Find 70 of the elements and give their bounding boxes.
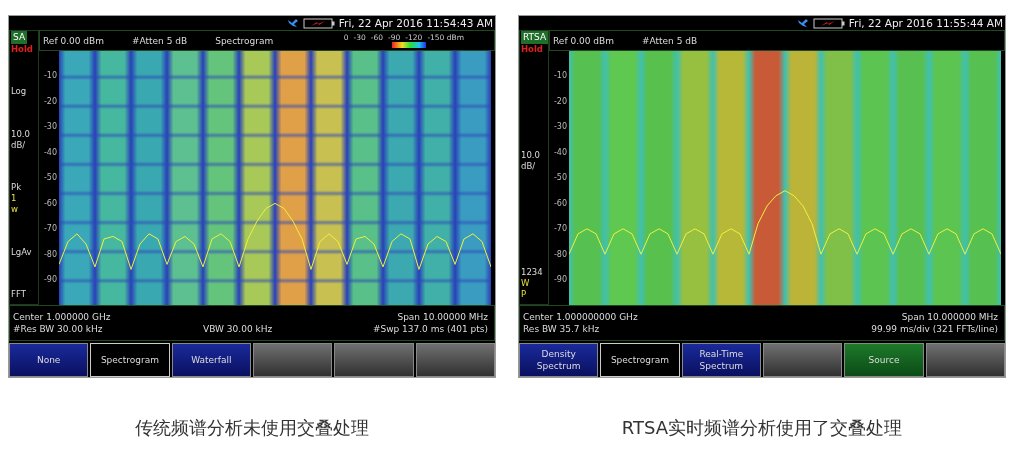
softkey[interactable]: None — [9, 343, 89, 377]
info-label: Center 1.000000000 GHz — [523, 312, 638, 322]
axis-tick-label: -40 — [43, 147, 57, 157]
axis-tick-label: -90 — [553, 275, 567, 284]
caption: RTSA实时频谱分析使用了交叠处理 — [620, 416, 904, 440]
side-label: w — [11, 204, 19, 216]
softkey[interactable] — [253, 343, 333, 377]
info-label: Span 10.00000 MHz — [397, 312, 488, 322]
axis-tick-label: -60 — [553, 198, 567, 208]
side-label: Log — [11, 86, 28, 98]
side-label: Pk — [11, 182, 23, 194]
axis-tick-label: -70 — [553, 224, 567, 233]
axis-tick-label: -50 — [553, 173, 567, 182]
caption: 传统频谱分析未使用交叠处理 — [134, 416, 370, 440]
axis-tick-label: -70 — [43, 224, 57, 233]
axis-tick-label: -10 — [553, 71, 567, 80]
side-label: 10.0 — [521, 150, 541, 161]
axis-tick-label: -80 — [43, 249, 57, 259]
date-time: Fri, 22 Apr 2016 11:55:44 AM — [848, 17, 1003, 29]
battery-icon — [812, 17, 845, 29]
header-label: Spectrogram — [215, 35, 274, 46]
axis-tick-label: -40 — [553, 147, 567, 157]
axis-tick-label: -80 — [553, 249, 567, 259]
info-label: Res BW 35.7 kHz — [523, 324, 600, 334]
side-label: 10.0 — [11, 128, 31, 140]
axis-tick-label: -60 — [43, 198, 57, 208]
mode-label: RTSA — [521, 31, 549, 44]
softkey[interactable] — [763, 343, 843, 377]
info-label: 99.99 ms/div (321 FFTs/line) — [871, 324, 998, 334]
softkey[interactable]: Density Spectrum — [519, 343, 599, 377]
axis-tick-label: -30 — [43, 122, 57, 131]
color-scale-bar — [391, 42, 426, 48]
axis-tick-label: -50 — [43, 173, 57, 182]
battery-icon — [302, 17, 335, 29]
info-label: Center 1.000000 GHz — [13, 312, 111, 322]
softkey[interactable] — [415, 343, 495, 377]
softkey[interactable]: Source — [844, 343, 924, 377]
softkey[interactable]: Waterfall — [171, 343, 251, 377]
axis-tick-label: -30 — [553, 122, 567, 131]
axis-tick-label: -90 — [43, 275, 57, 284]
side-label: W — [521, 278, 531, 289]
header-label: Ref 0.00 dBm — [553, 35, 614, 46]
side-label: dB/ — [11, 139, 27, 151]
softkey[interactable] — [334, 343, 414, 377]
network-icon — [796, 18, 809, 28]
softkey[interactable]: Spectrogram — [600, 343, 680, 377]
header-label: #Atten 5 dB — [642, 35, 698, 46]
header-label: Ref 0.00 dBm — [43, 35, 104, 46]
info-label: Span 10.000000 MHz — [901, 312, 998, 322]
softkey[interactable] — [925, 343, 1005, 377]
side-label: 1 — [11, 193, 18, 205]
side-label: P — [521, 289, 528, 300]
axis-tick-label: -20 — [43, 96, 57, 106]
header-label: #Atten 5 dB — [132, 35, 188, 46]
network-icon — [286, 18, 299, 28]
date-time: Fri, 22 Apr 2016 11:54:43 AM — [338, 17, 493, 29]
side-label: dB/ — [521, 161, 537, 172]
info-label: #Res BW 30.00 kHz — [13, 324, 103, 334]
mode-label: SA — [11, 31, 28, 44]
side-label: LgAv — [11, 246, 33, 258]
axis-tick-label: -20 — [553, 96, 567, 106]
side-label: 1234 — [521, 267, 544, 278]
axis-tick-label: -10 — [43, 71, 57, 80]
info-label: #Swp 137.0 ms (401 pts) — [372, 324, 488, 334]
softkey[interactable]: Real-Time Spectrum — [681, 343, 761, 377]
info-label: VBW 30.00 kHz — [203, 324, 273, 334]
softkey[interactable]: Spectrogram — [90, 343, 170, 377]
side-label: FFT — [11, 288, 27, 300]
status-label: Hold — [11, 44, 34, 55]
status-label: Hold — [521, 44, 544, 55]
